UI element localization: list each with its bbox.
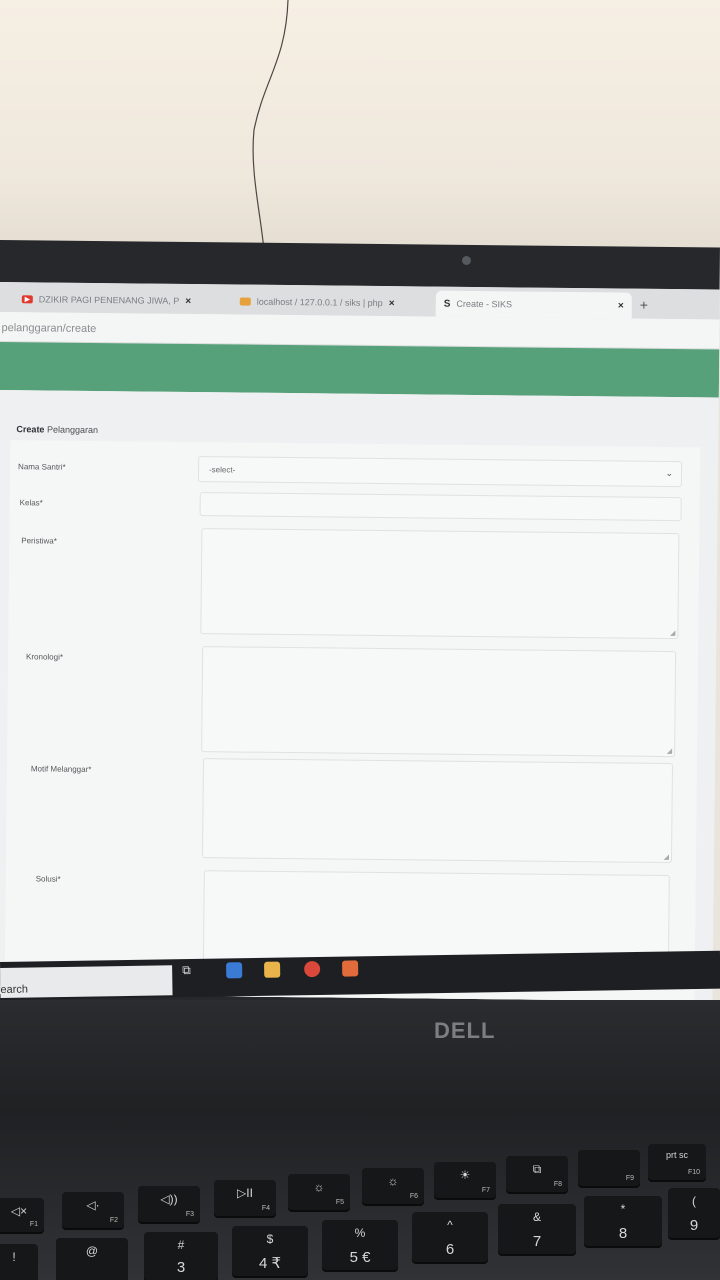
brightness-down-icon: ☼ (387, 1174, 399, 1188)
key-3[interactable]: # 3 (144, 1232, 218, 1280)
page-title: Create Pelanggaran (16, 424, 99, 436)
key-top-label: & (532, 1210, 542, 1224)
close-icon[interactable]: × (185, 295, 191, 306)
key-sub-label: F5 (335, 1199, 344, 1206)
laptop-screen: ▶ DZIKIR PAGI PENENANG JIWA, P × localho… (0, 282, 720, 1002)
kelas-label: Kelas* (19, 498, 43, 508)
key-9[interactable]: ( 9 (668, 1188, 720, 1238)
resize-handle-icon[interactable]: ◢ (670, 629, 675, 637)
key-sub-label: F9 (625, 1175, 634, 1182)
phpmyadmin-icon (239, 297, 251, 306)
key-bottom-label: 3 (176, 1259, 186, 1276)
peristiwa-textarea[interactable]: ◢ (200, 528, 680, 640)
close-icon[interactable]: × (389, 298, 395, 309)
resize-handle-icon[interactable]: ◢ (664, 853, 669, 861)
f10-key[interactable]: prt sc F10 (648, 1144, 706, 1180)
key-1[interactable]: ! (0, 1244, 38, 1280)
page-content: Create Pelanggaran Nama Santri* -select-… (0, 389, 719, 1002)
f2-key[interactable]: ◁· F2 (62, 1192, 124, 1228)
key-8[interactable]: * 8 (584, 1196, 662, 1246)
f8-key[interactable]: ⧉ F8 (506, 1156, 568, 1192)
siks-icon: S (443, 298, 451, 310)
close-icon[interactable]: × (618, 300, 624, 311)
key-top-label: % (354, 1226, 366, 1240)
key-bottom-label: 6 (445, 1241, 455, 1258)
key-top-label: $ (266, 1232, 274, 1246)
f9-key[interactable]: F9 (578, 1150, 640, 1186)
key-5[interactable]: % 5 € (322, 1220, 398, 1270)
peristiwa-label: Peristiwa* (21, 536, 57, 546)
task-view-icon[interactable]: ⧉ (182, 963, 198, 979)
volume-down-icon: ◁· (86, 1198, 100, 1212)
tab-label: localhost / 127.0.0.1 / siks | php (256, 296, 383, 309)
key-sub-label: F8 (553, 1181, 562, 1188)
f4-key[interactable]: ▷II F4 (214, 1180, 276, 1216)
url-text: pelanggaran/create (1, 322, 97, 336)
key-top-label: # (177, 1238, 185, 1252)
key-7[interactable]: & 7 (498, 1204, 576, 1254)
f6-key[interactable]: ☼ F6 (362, 1168, 424, 1204)
new-tab-button[interactable]: + (640, 297, 648, 313)
kronologi-label: Kronologi* (26, 652, 64, 662)
key-top-label: ! (12, 1250, 16, 1264)
key-sub-label: F7 (481, 1187, 490, 1194)
motif-melanggar-textarea[interactable]: ◢ (201, 758, 673, 864)
key-top-label: ( (692, 1194, 696, 1208)
chrome-icon[interactable] (304, 960, 321, 978)
print-screen-label: prt sc (665, 1150, 689, 1160)
key-top-label: * (620, 1202, 626, 1216)
wall-background (0, 0, 720, 250)
key-sub-label: F3 (185, 1211, 194, 1218)
dell-logo: DELL (434, 1018, 496, 1043)
select-value: -select- (208, 465, 236, 475)
tab-label: DZIKIR PAGI PENENANG JIWA, P (38, 294, 180, 306)
volume-up-icon: ◁)) (160, 1192, 178, 1206)
key-top-label: ^ (447, 1218, 453, 1232)
cable (252, 0, 289, 250)
chevron-down-icon: ⌄ (665, 467, 674, 479)
kronologi-textarea[interactable]: ◢ (201, 646, 677, 758)
kelas-input[interactable] (199, 492, 682, 522)
key-top-label: @ (85, 1244, 99, 1258)
tab-create-siks[interactable]: S Create - SIKS × (435, 290, 632, 319)
display-switch-icon: ⧉ (532, 1162, 542, 1176)
key-bottom-label: 4 ₹ (258, 1255, 282, 1272)
key-4[interactable]: $ 4 ₹ (232, 1226, 308, 1276)
file-explorer-icon[interactable] (264, 961, 281, 978)
key-sub-label: F4 (261, 1205, 270, 1212)
key-sub-label: F1 (29, 1221, 38, 1228)
motif-melanggar-label: Motif Melanggar* (30, 764, 92, 774)
key-bottom-label: 9 (689, 1217, 699, 1234)
solusi-label: Solusi* (35, 874, 61, 884)
key-6[interactable]: ^ 6 (412, 1212, 488, 1262)
taskbar-search[interactable]: earch (0, 965, 173, 998)
mute-icon: ◁× (10, 1204, 28, 1218)
f5-key[interactable]: ☼ F5 (288, 1174, 350, 1210)
key-sub-label: F10 (687, 1169, 700, 1176)
webcam (462, 256, 471, 265)
brightness-up-icon: ☀ (459, 1168, 471, 1182)
key-bottom-label: 7 (532, 1233, 542, 1250)
store-icon[interactable] (226, 962, 243, 979)
nama-santri-select[interactable]: -select- ⌄ (197, 456, 683, 488)
key-bottom-label: 5 € (349, 1249, 371, 1266)
f3-key[interactable]: ◁)) F3 (138, 1186, 200, 1222)
nama-santri-label: Nama Santri* (18, 462, 66, 472)
search-text: earch (0, 983, 29, 996)
f1-key[interactable]: ◁× F1 (0, 1198, 44, 1232)
youtube-icon: ▶ (21, 295, 33, 304)
tab-label: Create - SIKS (456, 298, 513, 310)
key-sub-label: F6 (409, 1193, 418, 1200)
key-bottom-label: 8 (618, 1225, 628, 1242)
key-2[interactable]: @ (56, 1238, 128, 1280)
xampp-icon[interactable] (342, 960, 359, 977)
keyboard-backlight-icon: ☼ (313, 1180, 325, 1194)
f7-key[interactable]: ☀ F7 (434, 1162, 496, 1198)
key-sub-label: F2 (109, 1217, 118, 1224)
tab-youtube[interactable]: ▶ DZIKIR PAGI PENENANG JIWA, P × (14, 286, 200, 314)
resize-handle-icon[interactable]: ◢ (667, 747, 672, 755)
tab-phpmyadmin[interactable]: localhost / 127.0.0.1 / siks | php × (232, 288, 403, 316)
app-navbar (0, 341, 720, 398)
play-pause-icon: ▷II (237, 1186, 253, 1200)
